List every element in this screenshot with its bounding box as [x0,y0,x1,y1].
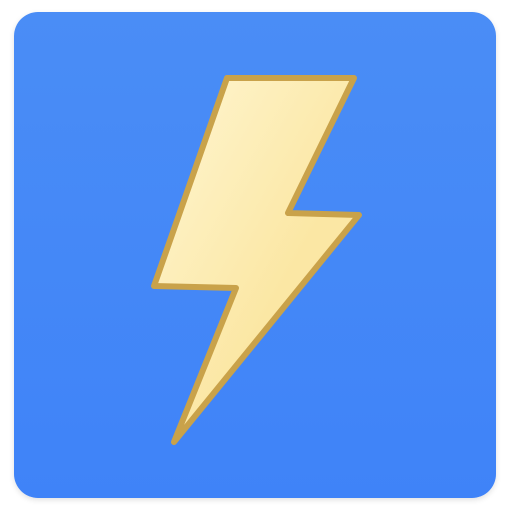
canvas [0,0,512,512]
lightning-bolt-icon [14,12,496,498]
app-icon-tile[interactable] [14,12,496,498]
